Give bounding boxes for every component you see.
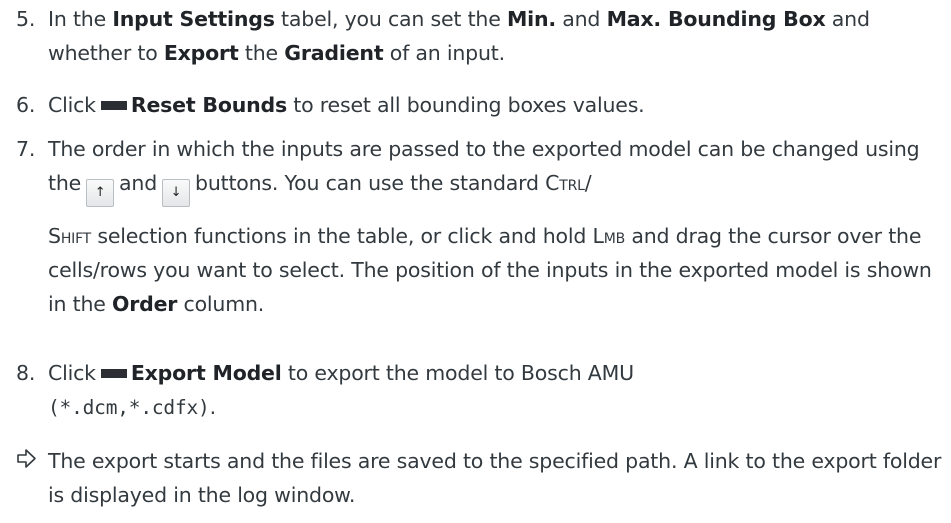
step-6: 6. Click Reset Bounds to reset all boundi… [16,88,946,122]
key-ctrl: Ctrl [545,171,585,195]
key-shift: Shift [48,224,92,248]
reset-bounds-term: Reset Bounds [130,93,287,117]
button-icon [100,369,127,378]
step-text: The order in which the inputs are passed… [48,132,946,207]
export-term: Export [163,41,239,65]
step-text: Click Export Model to export the model to… [48,361,634,419]
step-7: 7. The order in which the inputs are pas… [16,132,946,321]
button-icon [100,101,127,110]
move-down-button: ↓ [162,179,191,207]
input-settings-term: Input Settings [112,7,275,31]
step-result: The export starts and the files are save… [16,444,946,512]
step-number: 7. [16,137,36,161]
step-number: 8. [16,361,36,385]
file-extensions: (*.dcm,*.cdfx) [48,396,210,419]
step-5: 5. In the Input Settings tabel, you can … [16,2,946,70]
gradient-term: Gradient [284,41,384,65]
export-model-term: Export Model [130,361,282,385]
step-text: Click Reset Bounds to reset all bounding … [48,93,645,117]
step-text: In the Input Settings tabel, you can set… [48,7,870,65]
step-8: 8. Click Export Model to export the model… [16,356,946,425]
max-bounding-box-term: Max. Bounding Box [606,7,826,31]
move-up-button: ↑ [86,179,115,207]
key-lmb: Lmb [592,224,626,248]
instruction-document: 5. In the Input Settings tabel, you can … [0,0,951,523]
order-term: Order [111,292,178,316]
result-text: The export starts and the files are save… [48,449,942,507]
step-number: 5. [16,7,36,31]
step-number: 6. [16,93,36,117]
step-text-continued: Shift selection functions in the table, … [48,224,932,316]
result-arrow-icon [16,444,40,478]
min-term: Min. [506,7,556,31]
